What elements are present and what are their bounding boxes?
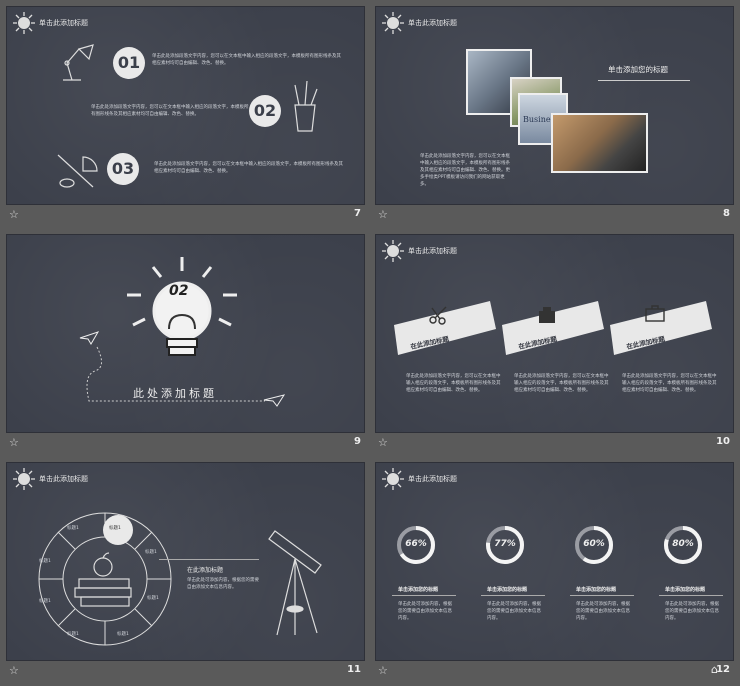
slide-footer: ☆ 10 — [375, 433, 734, 454]
compass-protractor-icon — [57, 154, 98, 188]
section-title: 在此添加标题 — [187, 567, 224, 574]
star-outline-icon[interactable]: ☆ — [378, 436, 388, 449]
sun-badge-icon — [13, 468, 35, 490]
slide-canvas: 单击此添加标题 Business 单击添加您的标题 单击此处添加段落文字内容，您… — [375, 6, 734, 205]
stat-divider — [570, 595, 634, 596]
slide-title: 单击此添加标题 — [408, 475, 457, 483]
dashed-flight-path — [86, 346, 265, 402]
apple-books-icon — [74, 552, 132, 607]
sun-badge-icon — [13, 12, 35, 34]
slide-canvas: 单击此添加标题 在此添加标题 在此添加标题 在此添加标题 单击此处添加段落文字内… — [375, 234, 734, 433]
body-text: 单击此处可添加内容，根据您的需要自由添加文本信息内容。 — [187, 578, 259, 590]
stat-text: 单击此处可添加内容，根据您的需要自由添加文本信息内容。 — [398, 602, 452, 621]
slide-number: 10 — [716, 436, 730, 447]
slide-number: 8 — [723, 208, 730, 219]
stat-title: 单击添加您的标题 — [665, 587, 706, 593]
stat-title: 单击添加您的标题 — [487, 587, 528, 593]
home-icon[interactable]: ⌂ — [711, 663, 718, 676]
sun-badge-icon — [382, 240, 404, 262]
stat-divider — [392, 595, 456, 596]
card-text: 单击此处添加段落文字内容，您可以在文本框中输入相应的段落文字，本模板所有图形线条… — [406, 374, 501, 393]
stat-title: 单击添加您的标题 — [576, 587, 617, 593]
step-number-badge: 03 — [107, 153, 139, 185]
slide-footer: ☆ 8 — [375, 205, 734, 226]
section-title: 此处添加标题 — [133, 387, 217, 400]
slide-thumbnail-10[interactable]: 单击此添加标题 在此添加标题 在此添加标题 在此添加标题 单击此处添加段落文字内… — [375, 234, 734, 454]
slide-canvas: 02 此处添加标题 — [6, 234, 365, 433]
slide-number: 9 — [354, 436, 361, 447]
stat-text: 单击此处可添加内容，根据您的需要自由添加文本信息内容。 — [665, 602, 719, 621]
stat-title: 单击添加您的标题 — [398, 587, 439, 593]
slide-thumbnail-11[interactable]: 单击此添加标题 标题1 标题1 标题1 标题1 标题1 标题1 标题1 标题1 … — [6, 462, 365, 682]
card-text: 单击此处添加段落文字内容，您可以在文本框中输入相应的段落文字，本模板所有图形线条… — [622, 374, 717, 393]
step-number-badge: 01 — [113, 47, 145, 79]
laptop-photo — [551, 113, 648, 173]
progress-percent: 66% — [405, 539, 427, 549]
sun-badge-icon — [382, 468, 404, 490]
slide-footer: ☆ 7 — [6, 205, 365, 226]
star-outline-icon[interactable]: ☆ — [9, 208, 19, 221]
progress-percent: 60% — [583, 539, 605, 549]
segment-label: 标题1 — [117, 632, 129, 637]
segment-label: 标题1 — [67, 632, 79, 637]
card-text: 单击此处添加段落文字内容，您可以在文本框中输入相应的段落文字，本模板所有图形线条… — [514, 374, 609, 393]
star-outline-icon[interactable]: ☆ — [9, 436, 19, 449]
segment-label: 标题1 — [147, 596, 159, 601]
sun-badge-icon — [382, 12, 404, 34]
segment-label: 标题1 — [67, 526, 79, 531]
segment-label: 标题1 — [39, 559, 51, 564]
slide-number: 12 — [716, 664, 730, 675]
progress-percent: 77% — [494, 539, 516, 549]
slide-title: 单击此添加标题 — [408, 247, 457, 255]
stat-divider — [481, 595, 545, 596]
step-number-badge: 02 — [249, 95, 281, 127]
slide-footer: ☆ 11 — [6, 661, 365, 682]
stat-divider — [659, 595, 723, 596]
slide-thumbnail-9[interactable]: 02 此处添加标题 ☆ 9 — [6, 234, 365, 454]
desk-lamp-icon — [63, 44, 94, 81]
section-title: 单击添加您的标题 — [608, 65, 668, 74]
slide-thumbnail-7[interactable]: 单击此添加标题 01 单击此处添加段落文字内容，您可以在文本框中输入相应的段落文… — [6, 6, 365, 226]
segment-label: 标题1 — [145, 550, 157, 555]
slide-title: 单击此添加标题 — [39, 475, 88, 483]
pencil-cup-icon — [294, 80, 318, 132]
slide-thumbnail-8[interactable]: 单击此添加标题 Business 单击添加您的标题 单击此处添加段落文字内容，您… — [375, 6, 734, 226]
slide-number: 11 — [347, 664, 361, 675]
bulb-number: 02 — [169, 283, 189, 299]
step-text: 单击此处添加段落文字内容，您可以在文本框中输入相应的段落文字，本模板所有图形线条… — [152, 54, 341, 66]
segment-label: 标题1 — [39, 599, 51, 604]
star-outline-icon[interactable]: ☆ — [9, 664, 19, 677]
step-text: 单击此处添加段落文字内容，您可以在文本框中输入相应的段落文字，本模板所有图形线条… — [91, 105, 249, 117]
slide-footer: ☆ 12 ⌂ — [375, 661, 734, 682]
slide-canvas: 单击此添加标题 66% 单击添加您的标题单击此处可添加内容，根据您的需要自由添加文… — [375, 462, 734, 661]
scissors-icon — [429, 306, 447, 325]
slide-title: 单击此添加标题 — [39, 19, 88, 27]
stat-text: 单击此处可添加内容，根据您的需要自由添加文本信息内容。 — [487, 602, 541, 621]
slide-canvas: 单击此添加标题 01 单击此处添加段落文字内容，您可以在文本框中输入相应的段落文… — [6, 6, 365, 205]
paper-plane-icon — [263, 394, 285, 407]
ink-bottle-icon — [539, 307, 555, 323]
connector-line — [159, 559, 259, 560]
star-outline-icon[interactable]: ☆ — [378, 664, 388, 677]
briefcase-icon — [645, 305, 665, 322]
body-text: 单击此处添加段落文字内容，您可以在文本框中输入相应的段落文字，本模板所有图形线条… — [420, 154, 510, 187]
telescope-icon — [268, 530, 322, 636]
slide-number: 7 — [354, 208, 361, 219]
slide-thumbnail-12[interactable]: 单击此添加标题 66% 单击添加您的标题单击此处可添加内容，根据您的需要自由添加文… — [375, 462, 734, 682]
title-underline — [598, 80, 690, 81]
stat-text: 单击此处可添加内容，根据您的需要自由添加文本信息内容。 — [576, 602, 630, 621]
segment-label: 标题1 — [109, 526, 121, 531]
star-outline-icon[interactable]: ☆ — [378, 208, 388, 221]
step-text: 单击此处添加段落文字内容，您可以在文本框中输入相应的段落文字，本模板所有图形线条… — [154, 162, 343, 174]
slide-canvas: 单击此添加标题 标题1 标题1 标题1 标题1 标题1 标题1 标题1 标题1 … — [6, 462, 365, 661]
slide-footer: ☆ 9 — [6, 433, 365, 454]
progress-percent: 80% — [672, 539, 694, 549]
slide-title: 单击此添加标题 — [408, 19, 457, 27]
